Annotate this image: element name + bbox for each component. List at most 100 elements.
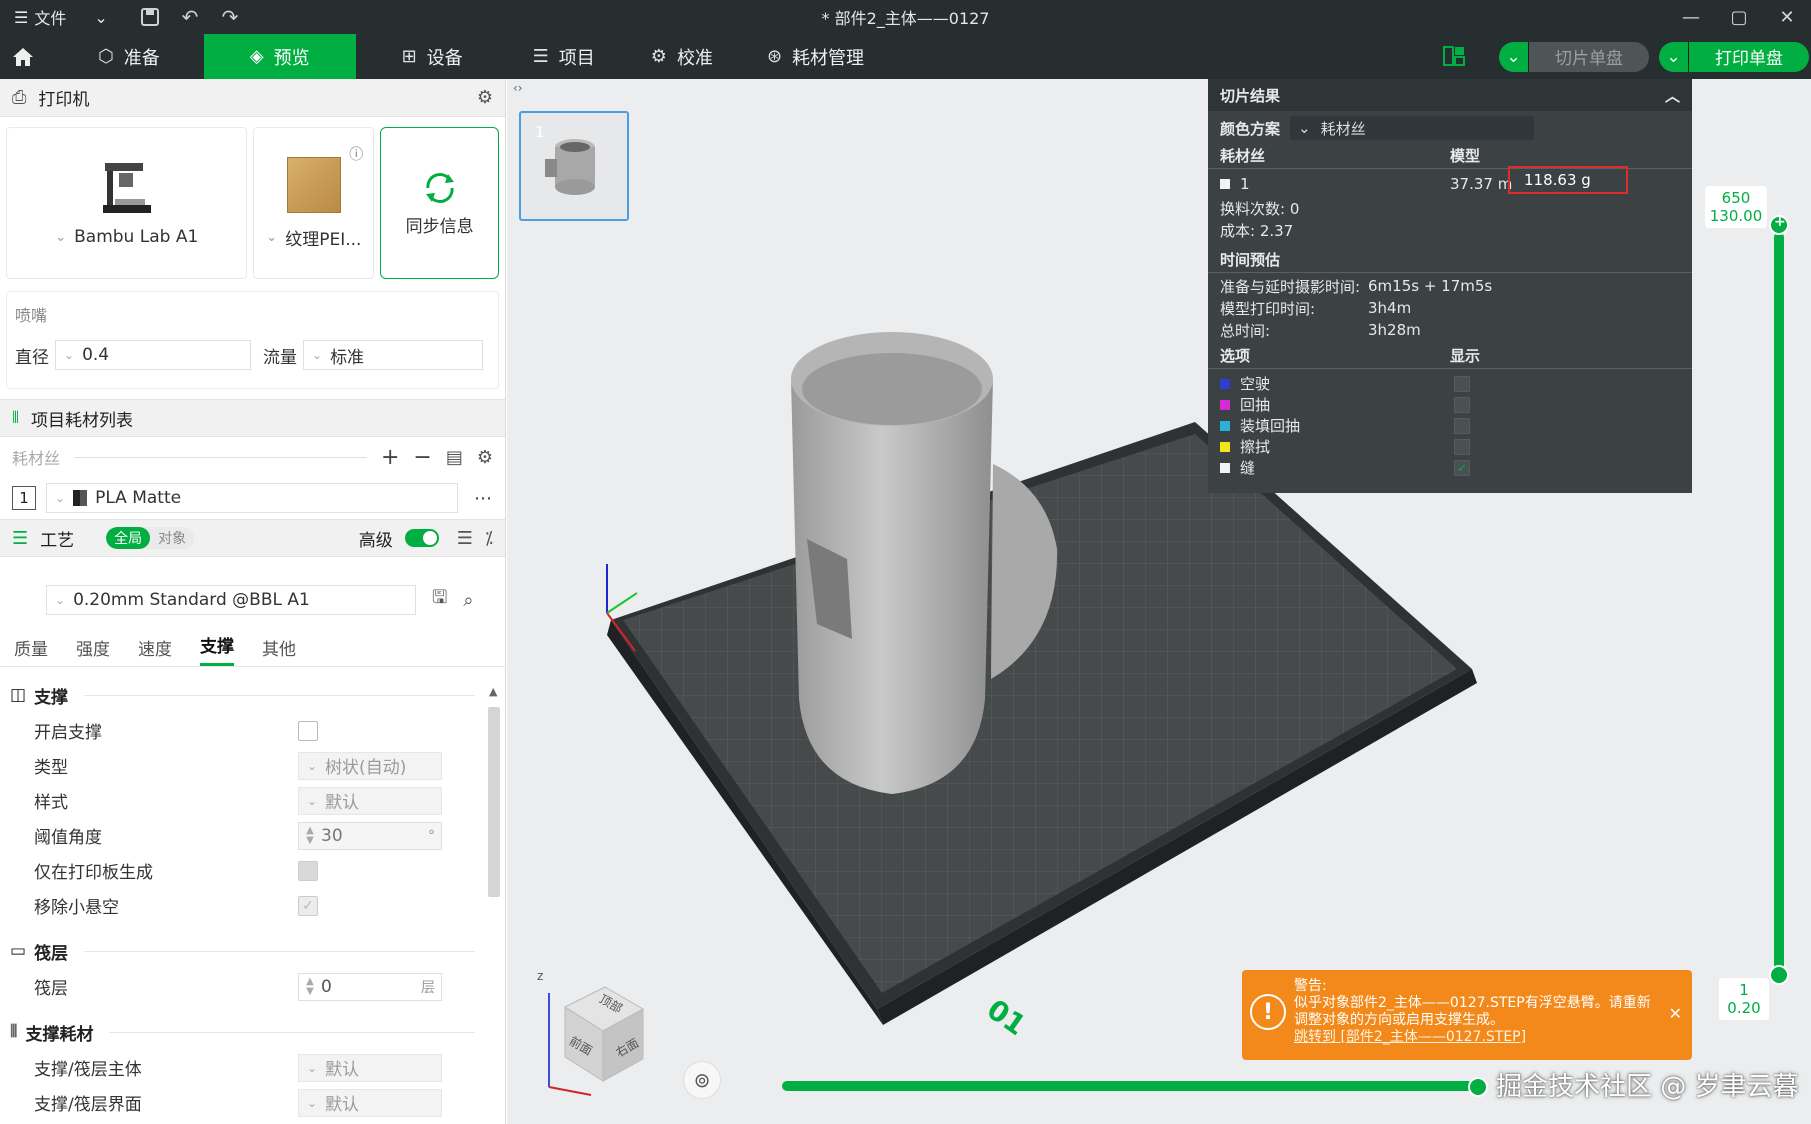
raft-layers-unit: 层: [421, 979, 435, 996]
tab-preview[interactable]: ◈ 预览: [203, 34, 356, 79]
print-plate-button[interactable]: ⌄ 打印单盘: [1659, 41, 1809, 72]
warning-link[interactable]: 跳转到 [部件2_主体——0127.STEP]: [1294, 1029, 1664, 1046]
tab-filament-management[interactable]: ⊛ 耗材管理: [741, 34, 892, 79]
support-interface-select[interactable]: ⌄ 默认: [298, 1088, 442, 1117]
tab-calibration[interactable]: ⚙ 校准: [623, 34, 741, 79]
enable-support-label: 开启支撑: [34, 723, 102, 743]
filament-sync-icon[interactable]: ▤: [446, 447, 463, 468]
printer-card[interactable]: ⌄ Bambu Lab A1: [6, 127, 248, 279]
camera-reset-icon[interactable]: ⊚: [683, 1061, 721, 1099]
home-icon[interactable]: [0, 34, 46, 79]
support-style-select[interactable]: ⌄ 默认: [298, 786, 442, 815]
col-filament-header: 耗材丝: [1220, 147, 1266, 165]
plate-card[interactable]: ⓘ ⌄ 纹理PEI...: [253, 127, 375, 279]
sync-info-button[interactable]: 同步信息: [380, 127, 499, 279]
global-object-toggle[interactable]: 全局 对象: [106, 527, 195, 549]
stepper-arrows-icon[interactable]: ▲ ▼: [299, 825, 321, 846]
toggle-object[interactable]: 对象: [150, 527, 194, 549]
add-icon[interactable]: +: [381, 445, 399, 470]
option-label: 缝: [1240, 459, 1256, 477]
info-icon[interactable]: ⓘ: [349, 144, 363, 164]
support-group-title: 支撑: [34, 687, 69, 708]
flow-select[interactable]: ⌄ 标准: [303, 340, 483, 370]
chevron-down-icon[interactable]: ⌄: [1659, 41, 1689, 72]
filament-select[interactable]: ⌄ PLA Matte: [46, 483, 458, 513]
file-menu[interactable]: ☰ 文件 ⌄: [0, 5, 130, 29]
view-cube[interactable]: 顶部 前面 右面 z: [525, 967, 655, 1097]
move-slider-track[interactable]: [782, 1081, 1478, 1091]
remove-overhang-label: 移除小悬空: [34, 898, 119, 918]
chevron-down-icon[interactable]: ⌄: [1499, 41, 1529, 72]
remove-icon[interactable]: −: [413, 445, 431, 470]
tab-device[interactable]: ⊞ 设备: [356, 34, 491, 79]
remove-overhang-checkbox[interactable]: ✓: [298, 895, 318, 916]
move-slider-handle[interactable]: [1468, 1077, 1488, 1097]
process-preset-select[interactable]: ⌄ 0.20mm Standard @BBL A1: [46, 585, 416, 615]
process-section-header: ☰ 工艺 全局 对象 高级 ☰ ⁒: [0, 519, 505, 557]
gear-icon[interactable]: ⚙: [477, 447, 493, 468]
advanced-label: 高级: [358, 530, 393, 551]
toggle-global[interactable]: 全局: [106, 527, 151, 549]
display-checkbox[interactable]: [1454, 417, 1470, 434]
color-scheme-select[interactable]: ⌄ 耗材丝: [1290, 116, 1534, 140]
tab-support[interactable]: 支撑: [200, 632, 234, 666]
tab-prepare[interactable]: ⬡ 准备: [46, 34, 204, 79]
warning-toast: ! 警告: 似乎对象部件2_主体——0127.STEP有浮空悬臂。请重新调整对象…: [1242, 970, 1692, 1060]
slice-plate-button[interactable]: ⌄ 切片单盘: [1499, 41, 1649, 72]
display-checkbox[interactable]: ✓: [1454, 459, 1470, 476]
close-icon[interactable]: ✕: [1763, 0, 1811, 34]
support-type-value: 树状(自动): [325, 758, 407, 778]
slice-plate-label: 切片单盘: [1529, 41, 1649, 72]
filament-section-title: 项目耗材列表: [31, 410, 134, 431]
scroll-up-icon[interactable]: ▲: [489, 685, 497, 698]
legend-swatch: [1220, 420, 1230, 431]
advanced-switch[interactable]: [404, 529, 439, 547]
tab-quality[interactable]: 质量: [14, 635, 48, 666]
support-base-select[interactable]: ⌄ 默认: [298, 1053, 442, 1082]
warning-title: 警告:: [1294, 978, 1327, 994]
enable-support-checkbox[interactable]: [298, 720, 318, 741]
raft-group-header: ▭ 筏层: [0, 933, 505, 969]
tab-others[interactable]: 其他: [262, 635, 296, 666]
close-icon[interactable]: ✕: [1669, 1004, 1682, 1023]
main-nav: ⬡ 准备 ◈ 预览 ⊞ 设备 ☰ 项目 ⚙ 校准 ⊛ 耗材管理 ⌄ 切片单盘 ⌄…: [0, 34, 1811, 79]
warning-icon: !: [1250, 994, 1286, 1030]
save-icon[interactable]: 🖫: [432, 585, 447, 615]
list-icon[interactable]: ☰: [457, 528, 473, 549]
display-checkbox[interactable]: [1454, 375, 1470, 392]
layer-slider-top-handle[interactable]: +: [1769, 214, 1789, 235]
raft-icon: ▭: [10, 941, 27, 961]
option-label: 空驶: [1240, 375, 1271, 393]
threshold-angle-input[interactable]: ▲ ▼ 30 °: [298, 821, 442, 850]
layout-toggle-icon[interactable]: [1443, 45, 1469, 68]
model-time-label: 模型打印时间:: [1220, 299, 1316, 318]
tab-strength[interactable]: 强度: [76, 635, 110, 666]
minimize-icon[interactable]: —: [1667, 0, 1715, 34]
raft-layers-input[interactable]: ▲ ▼ 0 层: [298, 972, 442, 1001]
list-item: 1 ⌄ PLA Matte ⋯: [0, 477, 505, 519]
layer-slider-bottom-handle[interactable]: [1769, 965, 1789, 985]
gear-icon[interactable]: ⚙: [477, 87, 493, 108]
tab-speed[interactable]: 速度: [138, 635, 172, 666]
stepper-arrows-icon[interactable]: ▲ ▼: [299, 976, 321, 997]
search-icon[interactable]: ⌕: [463, 590, 473, 611]
tab-project[interactable]: ☰ 项目: [491, 34, 623, 79]
compare-icon[interactable]: ⁒: [485, 528, 493, 549]
display-checkbox[interactable]: [1454, 396, 1470, 413]
chevron-up-icon[interactable]: ︿: [1665, 85, 1680, 106]
layer-slider-track[interactable]: [1774, 232, 1784, 978]
more-icon[interactable]: ⋯: [474, 488, 492, 509]
maximize-icon[interactable]: ▢: [1715, 0, 1763, 34]
undo-icon[interactable]: ↶: [170, 5, 210, 29]
display-checkbox[interactable]: [1454, 438, 1470, 455]
diameter-select[interactable]: ⌄ 0.4: [55, 340, 251, 370]
support-base-value: 默认: [325, 1060, 360, 1080]
save-icon[interactable]: [130, 7, 170, 27]
redo-icon[interactable]: ↷: [210, 5, 250, 29]
support-type-select[interactable]: ⌄ 树状(自动): [298, 751, 442, 780]
raft-layers-value: 0: [321, 976, 332, 997]
build-plate-only-checkbox[interactable]: [298, 860, 318, 881]
filament-index: 1: [12, 486, 36, 510]
chevron-down-icon: ⌄: [64, 348, 75, 362]
pei-plate-icon: [286, 156, 341, 213]
